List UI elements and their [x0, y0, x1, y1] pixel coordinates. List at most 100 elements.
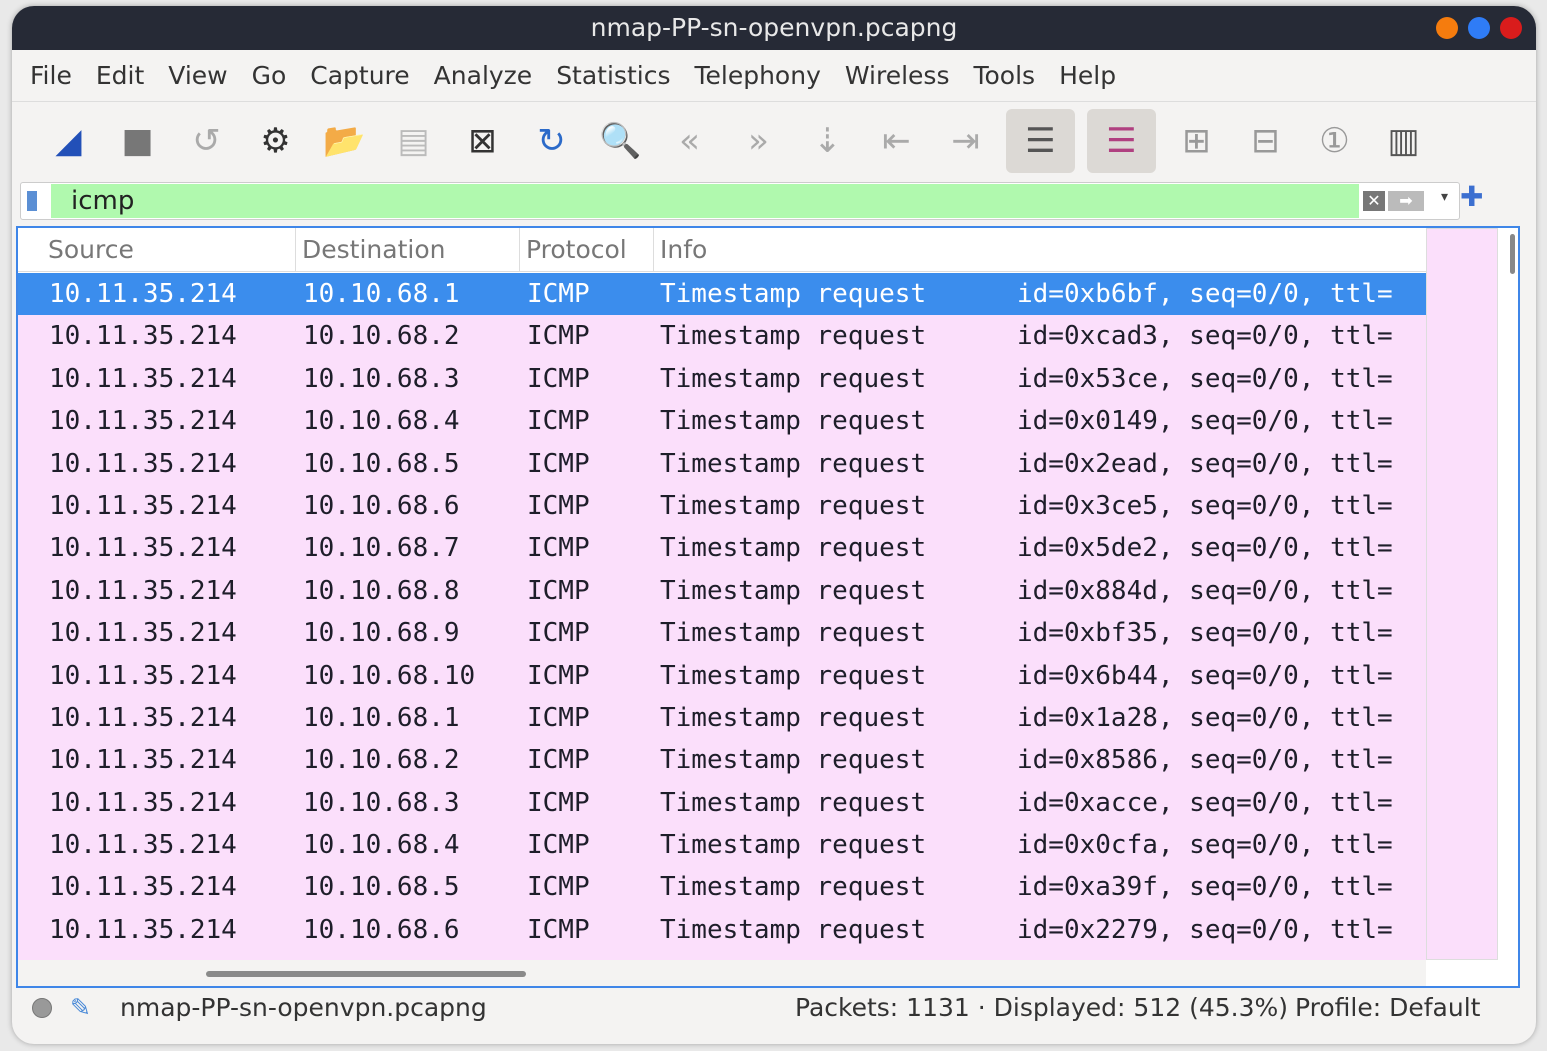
resize-columns-icon[interactable]: ▥ — [1369, 109, 1438, 173]
cell-info: Timestamp request — [660, 406, 927, 437]
packet-row[interactable]: 10.11.35.214 10.10.68.6 ICMP Timestamp requ… — [18, 908, 1426, 952]
column-destination[interactable]: Destination — [296, 228, 520, 271]
apply-filter-icon[interactable]: ➡ — [1388, 191, 1424, 211]
cell-destination: 10.10.68.8 — [303, 575, 460, 606]
packet-row[interactable]: 10.11.35.214 10.10.68.7 ICMP Timestamp requ… — [18, 527, 1426, 570]
packet-row[interactable]: 10.11.35.214 10.10.68.5 ICMP Timestamp requ… — [18, 866, 1426, 909]
cell-info-detail: id=0xbf35, seq=0/0, ttl= — [1017, 618, 1393, 649]
vertical-scrollbar[interactable] — [1510, 234, 1515, 274]
add-filter-button-icon[interactable]: ✚ — [1460, 180, 1483, 213]
first-packet-icon[interactable]: ⇤ — [862, 109, 931, 173]
normal-size-icon[interactable]: ① — [1300, 109, 1369, 173]
packet-row[interactable]: 10.11.35.214 10.10.68.5 ICMP Timestamp requ… — [18, 442, 1426, 485]
menu-view[interactable]: View — [156, 61, 239, 90]
autoscroll-icon[interactable]: ☰ — [1006, 109, 1075, 173]
status-profile[interactable]: Profile: Default — [1295, 986, 1480, 1030]
packet-list-header: Source Destination Protocol Info — [18, 228, 1426, 272]
menu-telephony[interactable]: Telephony — [682, 61, 832, 90]
menu-help[interactable]: Help — [1047, 61, 1128, 90]
packet-row[interactable]: 10.11.35.214 10.10.68.1 ICMP Timestamp requ… — [18, 696, 1426, 740]
packet-row[interactable]: 10.11.35.214 10.10.68.2 ICMP Timestamp requ… — [18, 739, 1426, 782]
column-protocol[interactable]: Protocol — [520, 228, 654, 271]
packet-row[interactable]: 10.11.35.214 10.10.68.9 ICMP Timestamp requ… — [18, 612, 1426, 655]
cell-info: Timestamp request — [660, 702, 927, 733]
packet-row[interactable]: 10.11.35.214 10.10.68.6 ICMP Timestamp requ… — [18, 484, 1426, 528]
cell-destination: 10.10.68.6 — [303, 914, 460, 945]
filter-history-dropdown-icon[interactable]: ▾ — [1441, 189, 1448, 205]
cell-source: 10.11.35.214 — [49, 575, 237, 606]
cell-destination: 10.10.68.2 — [303, 745, 460, 776]
horizontal-scrollbar-thumb[interactable] — [206, 971, 526, 977]
menu-wireless[interactable]: Wireless — [833, 61, 962, 90]
cell-protocol: ICMP — [527, 702, 590, 733]
packet-row[interactable]: 10.11.35.214 10.10.68.8 ICMP Timestamp requ… — [18, 569, 1426, 613]
display-filter-input[interactable]: icmp — [51, 184, 1359, 218]
packet-row[interactable]: 10.11.35.214 10.10.68.10 ICMP Timestamp req… — [18, 654, 1426, 697]
cell-source: 10.11.35.214 — [49, 618, 237, 649]
close-button[interactable] — [1500, 17, 1522, 39]
cell-source: 10.11.35.214 — [49, 279, 237, 309]
go-to-packet-icon[interactable]: ⇣ — [793, 109, 862, 173]
menu-statistics[interactable]: Statistics — [544, 61, 682, 90]
cell-destination: 10.10.68.6 — [303, 490, 460, 521]
menu-go[interactable]: Go — [240, 61, 299, 90]
zoom-out-icon[interactable]: ⊟ — [1231, 109, 1300, 173]
menu-edit[interactable]: Edit — [84, 61, 156, 90]
cell-destination: 10.10.68.3 — [303, 787, 460, 818]
close-file-icon[interactable]: ⊠ — [448, 109, 517, 173]
cell-protocol: ICMP — [527, 872, 590, 903]
title-bar: nmap-PP-sn-openvpn.pcapng — [12, 6, 1536, 50]
cell-source: 10.11.35.214 — [49, 702, 237, 733]
zoom-in-icon[interactable]: ⊞ — [1162, 109, 1231, 173]
cell-source: 10.11.35.214 — [49, 787, 237, 818]
menu-analyze[interactable]: Analyze — [422, 61, 545, 90]
clear-filter-icon[interactable]: ✕ — [1363, 191, 1385, 211]
cell-protocol: ICMP — [527, 951, 590, 960]
stop-icon[interactable]: ■ — [103, 109, 172, 173]
cell-protocol: ICMP — [527, 533, 590, 564]
save-file-icon[interactable]: ▤ — [379, 109, 448, 173]
packet-row[interactable]: 10.11.35.214 10.10.68.1 ICMP Timestamp requ… — [18, 273, 1426, 316]
last-packet-icon[interactable]: ⇥ — [931, 109, 1000, 173]
packet-row[interactable]: 10.11.35.214 10.10.68.4 ICMP Timestamp requ… — [18, 400, 1426, 443]
cell-info-detail: id=0x53ce, seq=0/0, ttl= — [1017, 363, 1393, 394]
cell-info: Timestamp request — [660, 490, 927, 521]
minimize-button[interactable] — [1436, 17, 1458, 39]
go-back-icon[interactable]: « — [655, 109, 724, 173]
packet-row[interactable]: 10.11.35.214 10.10.68.7 ICMP Timestamp requ… — [18, 951, 1426, 960]
colorize-icon[interactable]: ☰ — [1087, 109, 1156, 173]
cell-info-detail: id=0xb6bf, seq=0/0, ttl= — [1017, 279, 1393, 309]
cell-protocol: ICMP — [527, 448, 590, 479]
menu-capture[interactable]: Capture — [298, 61, 421, 90]
cell-source: 10.11.35.214 — [49, 951, 237, 960]
open-file-icon[interactable]: 📂 — [310, 109, 379, 173]
packet-row[interactable]: 10.11.35.214 10.10.68.2 ICMP Timestamp requ… — [18, 315, 1426, 358]
cell-info-detail: id=0x0149, seq=0/0, ttl= — [1017, 406, 1393, 437]
find-packet-icon[interactable]: 🔍 — [586, 109, 655, 173]
capture-comment-icon[interactable]: ✎ — [70, 986, 91, 1030]
column-info[interactable]: Info — [654, 228, 1426, 271]
column-source[interactable]: Source — [18, 228, 296, 271]
go-forward-icon[interactable]: » — [724, 109, 793, 173]
menu-file[interactable]: File — [18, 61, 84, 90]
packet-row[interactable]: 10.11.35.214 10.10.68.4 ICMP Timestamp requ… — [18, 824, 1426, 867]
packet-row[interactable]: 10.11.35.214 10.10.68.3 ICMP Timestamp requ… — [18, 357, 1426, 401]
cell-info: Timestamp request — [660, 533, 927, 564]
reload-file-icon[interactable]: ↻ — [517, 109, 586, 173]
status-bar: ✎ nmap-PP-sn-openvpn.pcapng Packets: 113… — [12, 986, 1536, 1030]
cell-protocol: ICMP — [527, 830, 590, 861]
shark-fin-start-icon[interactable]: ◢ — [34, 109, 103, 173]
maximize-button[interactable] — [1468, 17, 1490, 39]
cell-protocol: ICMP — [527, 321, 590, 352]
horizontal-scrollbar[interactable] — [18, 960, 1426, 986]
packet-row[interactable]: 10.11.35.214 10.10.68.3 ICMP Timestamp requ… — [18, 781, 1426, 825]
cell-info-detail: id=0xcad3, seq=0/0, ttl= — [1017, 321, 1393, 352]
cell-destination: 10.10.68.5 — [303, 448, 460, 479]
bookmark-icon[interactable] — [27, 191, 37, 211]
capture-options-icon[interactable]: ⚙ — [241, 109, 310, 173]
cell-destination: 10.10.68.4 — [303, 406, 460, 437]
expert-info-indicator-icon[interactable] — [32, 998, 52, 1018]
restart-icon[interactable]: ↺ — [172, 109, 241, 173]
cell-info: Timestamp request — [660, 660, 927, 691]
menu-tools[interactable]: Tools — [961, 61, 1047, 90]
